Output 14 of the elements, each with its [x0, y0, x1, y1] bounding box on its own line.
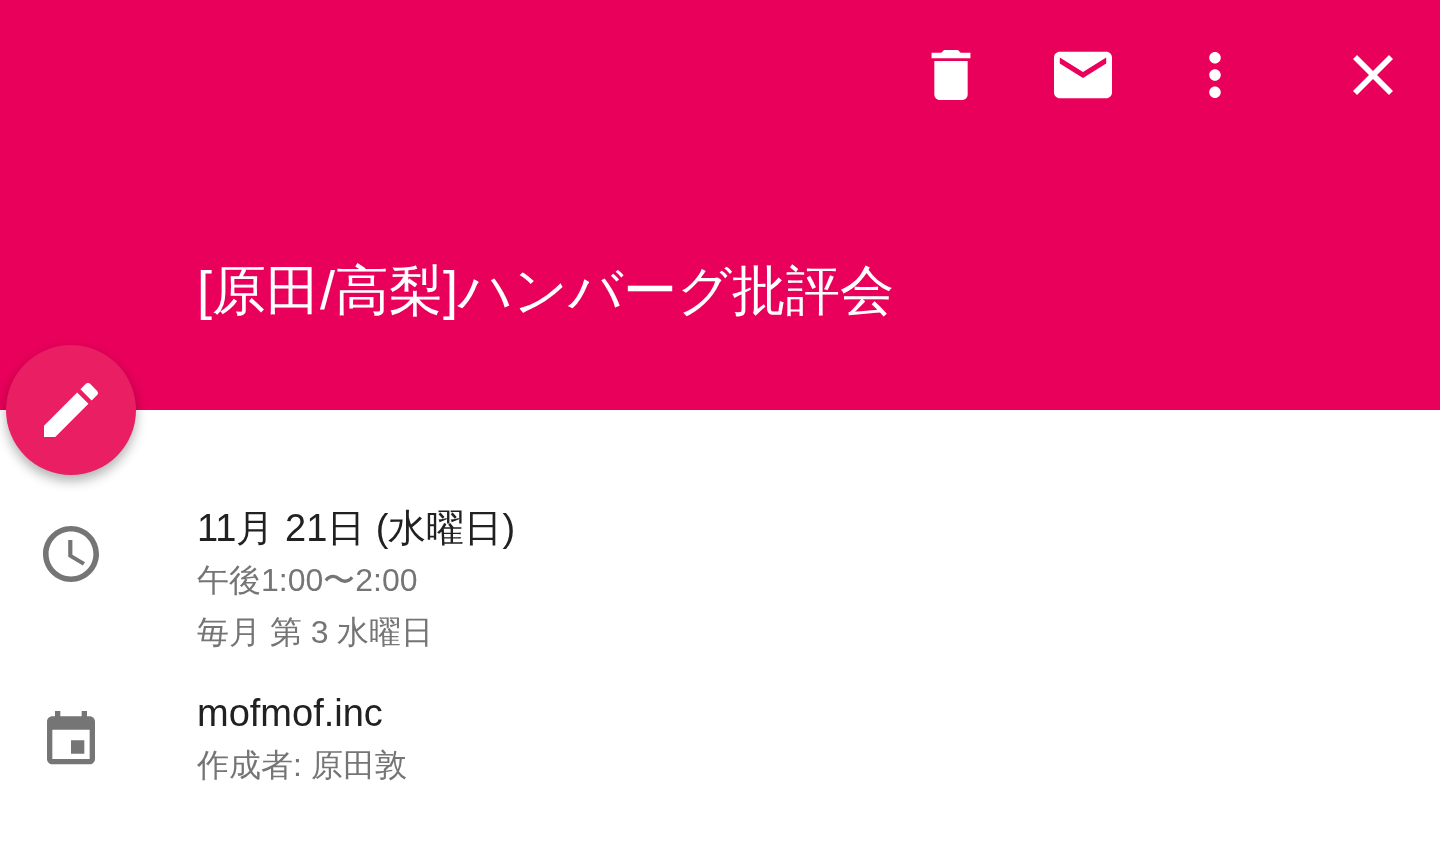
pencil-icon	[44, 383, 98, 437]
calendar-icon	[46, 711, 96, 767]
detail-text: 毎月 第 3 水曜日	[197, 613, 435, 652]
clock-icon	[43, 526, 99, 582]
event-title: [原田/高梨]ハンバーグ批評会	[197, 259, 895, 322]
calendar-name: mofmof.inc	[197, 691, 384, 736]
more-icon	[1208, 52, 1222, 98]
mail-icon	[1054, 51, 1112, 99]
detail-text: 作成者: 原田敦	[197, 746, 407, 785]
edit-button[interactable]	[6, 345, 136, 475]
trash-icon	[931, 50, 971, 100]
event-date: 11月 21日 (水曜日)	[197, 506, 516, 551]
close-icon	[1353, 55, 1393, 95]
detail-text: 午後1:00〜2:00	[197, 561, 419, 600]
